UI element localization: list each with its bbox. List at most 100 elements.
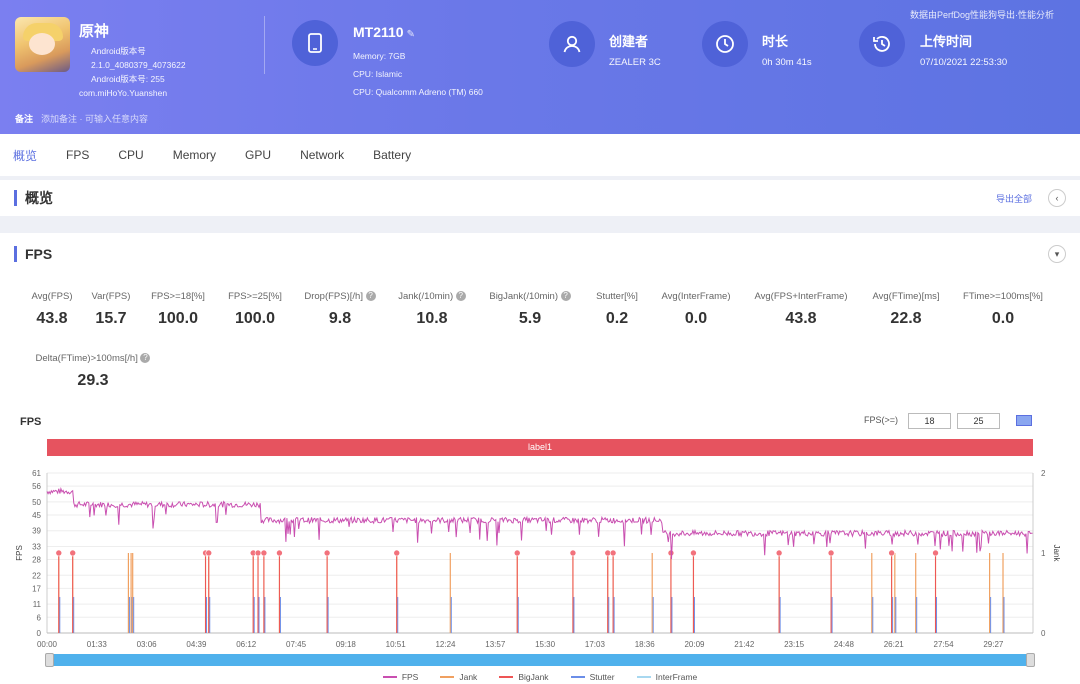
time-range-slider[interactable] (45, 653, 1035, 667)
legend-label: Jank (459, 672, 478, 682)
legend-item[interactable]: Jank (440, 672, 477, 682)
header-note: 数据由PerfDog性能狗导出·性能分析 (909, 10, 1054, 20)
x-tick-label: 10:51 (386, 640, 407, 649)
info-icon[interactable]: ? (455, 291, 466, 302)
x-tick-label: 17:03 (585, 640, 606, 649)
legend-label: FPS (401, 672, 419, 682)
fps-metric: Delta(FTime)>100ms[/h] ? 29.3 (33, 353, 153, 390)
device-info: Memory: 7GB CPU: Islamic CPU: Qualcomm A… (353, 47, 483, 101)
upload-time-value: 07/10/2021 22:53:30 (920, 57, 1008, 68)
device-name-text: MT2110 (353, 24, 404, 40)
note-row[interactable]: 备注 添加备注 · 可输入任意内容 (15, 112, 148, 125)
edit-icon[interactable]: ✎ (407, 29, 415, 40)
fps-metric-value: 29.3 (77, 372, 109, 389)
fps-metric-value: 43.8 (785, 310, 817, 327)
fps-metric: Avg(InterFrame) 0.0 (636, 291, 756, 328)
fps-section: FPS ▾ Avg(FPS) 43.8 Var(FPS) 15.7 FPS>=18[%]… (0, 233, 1080, 684)
tab-gpu[interactable]: GPU (245, 148, 271, 162)
legend-item[interactable]: InterFrame (636, 672, 698, 682)
app-name: 原神 (79, 23, 110, 40)
export-all-link[interactable]: 导出全部 (996, 192, 1032, 205)
tab-network[interactable]: Network (300, 148, 344, 162)
app-info-line: Android版本号: 255 (91, 74, 165, 84)
bigjank-point (888, 549, 895, 557)
info-icon[interactable]: ? (140, 353, 151, 364)
tab-bar: 概览 FPS CPU Memory GPU Network Battery (0, 134, 1080, 176)
x-tick-label: 01:33 (87, 640, 108, 649)
bigjank-point (393, 549, 401, 557)
x-tick-label: 13:57 (485, 640, 506, 649)
fps-chart[interactable]: 0 6 11 17 22 28 33 39 45 50 56 61 0 1 2 FPS Jank 00:00 01:… (0, 458, 1080, 654)
tab-memory[interactable]: Memory (173, 148, 216, 162)
y-tick-label: 6 (37, 613, 42, 622)
bigjank-point (55, 549, 63, 557)
app-info-line: com.miHoYo.Yuanshen (79, 88, 168, 98)
note-label: 备注 (15, 114, 34, 124)
app-icon-face (29, 33, 55, 55)
label-bar[interactable]: label1 (47, 439, 1033, 456)
x-tick-label: 12:24 (435, 640, 456, 649)
legend-swatch (636, 676, 651, 678)
legend-label: BigJank (518, 672, 549, 682)
bigjank-point (690, 549, 697, 557)
tab-cpu[interactable]: CPU (118, 148, 143, 162)
x-tick-label: 24:48 (834, 640, 855, 649)
app-info-line: 2.1.0_4080379_4073622 (91, 60, 186, 70)
tab-battery[interactable]: Battery (373, 148, 411, 162)
app-info-line: Android版本号 (91, 46, 146, 56)
clock-icon (702, 21, 748, 67)
y-tick-label: 0 (37, 629, 42, 638)
legend-item[interactable]: FPS (382, 672, 419, 682)
fps-metric-label: FTime>=100ms[%] (963, 291, 1043, 302)
bigjank-point (775, 549, 783, 557)
y-tick-label: 28 (32, 556, 41, 565)
app-info: Android版本号 2.1.0_4080379_4073622 Android… (79, 44, 186, 100)
legend-item[interactable]: BigJank (499, 672, 549, 682)
bigjank-point (254, 549, 262, 557)
slider-handle-left[interactable] (45, 653, 54, 667)
legend-label: Stutter (589, 672, 615, 682)
x-tick-label: 09:18 (336, 640, 357, 649)
header-divider (264, 16, 265, 74)
creator-value: ZEALER 3C (609, 57, 661, 68)
y-tick-label: 11 (33, 600, 42, 609)
y-tick-label: 39 (32, 527, 41, 536)
tab-fps[interactable]: FPS (66, 148, 89, 162)
y-tick-label: 33 (32, 542, 41, 551)
user-icon (549, 21, 595, 67)
bigjank-point (260, 549, 268, 557)
legend-label: InterFrame (655, 672, 698, 682)
collapse-sidebar-button[interactable]: ‹ (1048, 189, 1066, 207)
fps-collapse-button[interactable]: ▾ (1048, 245, 1066, 263)
fps-metric-label: Avg(FPS+InterFrame) (754, 291, 848, 302)
y-tick-label: 45 (32, 511, 41, 520)
y-tick-label: 22 (32, 571, 41, 580)
fps-metric-label: Avg(InterFrame) (661, 291, 731, 302)
x-tick-label: 26:21 (884, 640, 905, 649)
duration-label: 时长 (762, 34, 789, 49)
slider-handle-right[interactable] (1026, 653, 1035, 667)
note-value[interactable]: 添加备注 · 可输入任意内容 (41, 114, 148, 124)
device-info-line: CPU: Qualcomm Adreno (TM) 660 (353, 87, 483, 97)
apply-threshold-button[interactable] (1016, 415, 1032, 426)
legend-swatch (440, 676, 455, 678)
overview-title: 概览 (14, 190, 53, 206)
x-tick-label: 18:36 (635, 640, 656, 649)
fps-threshold-input-2[interactable]: 25 (957, 413, 1000, 429)
fps-threshold-input-1[interactable]: 18 (908, 413, 951, 429)
legend-item[interactable]: Stutter (570, 672, 615, 682)
x-tick-label: 29:27 (983, 640, 1004, 649)
x-tick-label: 20:09 (684, 640, 705, 649)
chart-legend: FPS Jank BigJank Stutter InterFrame (0, 672, 1080, 682)
x-tick-label: 06:12 (236, 640, 257, 649)
overview-section: 概览 导出全部 ‹ (0, 180, 1080, 216)
history-icon (859, 21, 905, 67)
x-tick-label: 04:39 (186, 640, 207, 649)
fps-series-line (46, 486, 1033, 560)
app-icon (15, 17, 70, 72)
device-name: MT2110 ✎ (353, 24, 415, 40)
bigjank-point (932, 549, 939, 557)
y-axis-label: FPS (15, 545, 24, 561)
tab-overview[interactable]: 概览 (13, 147, 37, 164)
y-tick-label: 50 (32, 498, 41, 507)
